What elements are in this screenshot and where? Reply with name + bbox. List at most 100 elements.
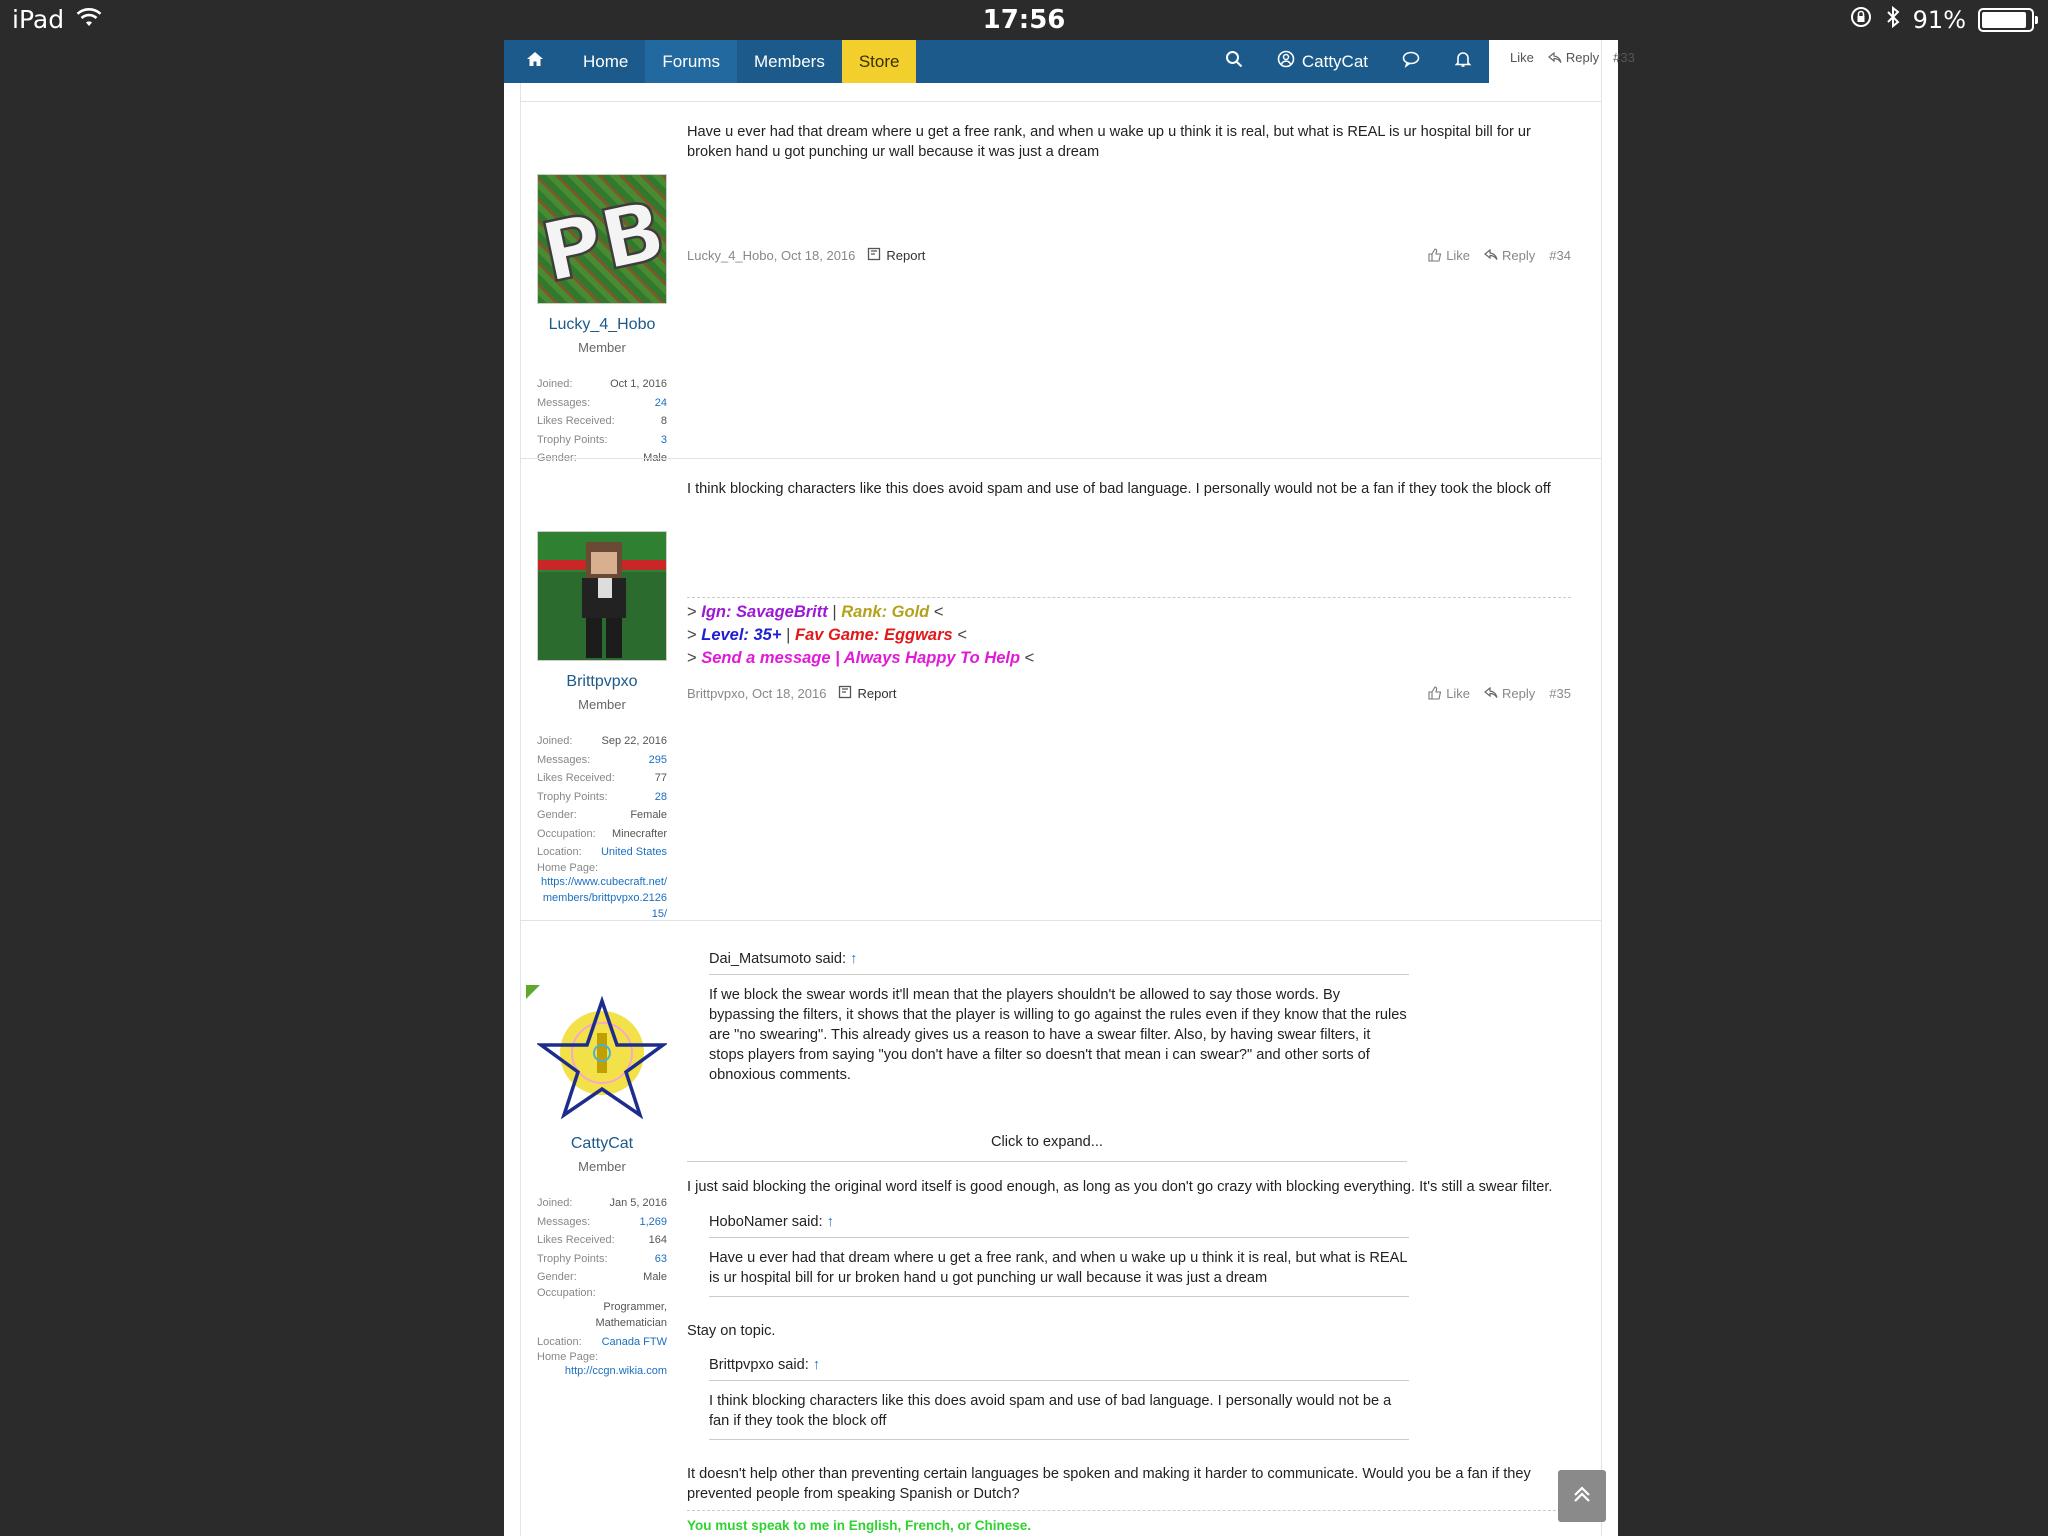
bell-icon (1454, 50, 1472, 73)
post-meta: Lucky_4_Hobo, Oct 18, 2016 Report Like R… (687, 245, 1571, 265)
location-link[interactable]: United States (601, 846, 667, 858)
stat-likes: Likes Received: 77 (537, 772, 667, 785)
nav-username: CattyCat (1301, 51, 1368, 71)
report-button[interactable]: Report (838, 685, 897, 702)
post-number[interactable]: #35 (1549, 686, 1571, 701)
signature: You must speak to me in English, French,… (687, 1518, 1032, 1533)
quote-block: Brittpvpxo said: ↑ I think blocking char… (709, 1349, 1409, 1440)
bluetooth-icon (1885, 5, 1901, 35)
post-username[interactable]: Lucky_4_Hobo (537, 316, 667, 334)
scroll-to-top-button[interactable] (1558, 1470, 1606, 1522)
reply-text: Stay on topic. (687, 1323, 776, 1339)
stat-gender: Gender: Male (537, 1271, 667, 1284)
user-stats: Joined: Oct 1, 2016 Messages: 24 Likes Rec… (537, 375, 667, 468)
nav-item-members[interactable]: Members (737, 40, 842, 83)
quote-author: Dai_Matsumoto said: (709, 950, 847, 967)
double-chevron-up-icon (1571, 1483, 1593, 1509)
quote-author: HoboNamer said: (709, 1213, 823, 1230)
search-button[interactable] (1208, 40, 1260, 83)
quote-text: Have u ever had that dream where u get a… (709, 1250, 1407, 1286)
like-button[interactable]: Like (1428, 686, 1470, 701)
alerts-button[interactable] (1437, 40, 1489, 83)
battery-percent: 91% (1912, 6, 1966, 34)
stat-likes: Likes Received: 8 (537, 415, 667, 428)
quote-jump-arrow[interactable]: ↑ (813, 1357, 820, 1373)
avatar[interactable] (537, 531, 667, 661)
reply-button[interactable]: Reply (1484, 248, 1535, 263)
post-message: Have u ever had that dream where u get a… (687, 124, 1531, 160)
post-username[interactable]: Brittpvpxo (537, 673, 667, 691)
conversations-button[interactable] (1385, 40, 1437, 83)
stat-trophy: Trophy Points: 3 (537, 433, 667, 446)
send-message-link[interactable]: Send a message | Always Happy To Help (701, 649, 1020, 667)
avatar[interactable]: PB (537, 174, 667, 304)
signature-line-1: > Ign: SavageBritt | Rank: Gold < (687, 603, 944, 621)
nav-item-forums[interactable]: Forums (645, 40, 737, 83)
post-divider (520, 920, 1602, 921)
reply-text: I just said blocking the original word i… (687, 1179, 1553, 1195)
stat-gender: Gender: Female (537, 809, 667, 822)
quote-header: Brittpvpxo said: ↑ (709, 1349, 1409, 1381)
messages-link[interactable]: 24 (655, 397, 667, 409)
stat-location: Location: United States (537, 846, 667, 859)
reply-button[interactable]: Reply (1547, 50, 1599, 65)
post-number[interactable]: #34 (1549, 248, 1571, 263)
nav-bar: Home Forums Members Store CattyCat (504, 40, 1489, 83)
user-stats: Joined: Jan 5, 2016 Messages: 1,269 Likes … (537, 1194, 667, 1379)
quote-text: If we block the swear words it'll mean t… (709, 987, 1407, 1083)
nav-home-icon-button[interactable] (504, 40, 566, 83)
post-date[interactable]: Lucky_4_Hobo, Oct 18, 2016 (687, 248, 855, 263)
user-role: Member (578, 1159, 626, 1174)
homepage-link[interactable]: http://ccgn.wikia.com (537, 1363, 667, 1379)
chat-icon (1402, 50, 1420, 73)
reply-icon (1484, 249, 1498, 261)
like-button[interactable]: Like (1510, 50, 1534, 65)
nav-spacer (916, 40, 1207, 83)
report-button[interactable]: Report (867, 247, 925, 264)
messages-link[interactable]: 295 (649, 754, 667, 766)
messages-link[interactable]: 1,269 (639, 1216, 667, 1228)
homepage-link[interactable]: https://www.cubecraft.net/members/brittp… (537, 874, 667, 922)
like-button[interactable]: Like (1428, 248, 1470, 263)
quote-jump-arrow[interactable]: ↑ (850, 951, 857, 967)
trophy-link[interactable]: 28 (655, 791, 667, 803)
signature-line-3: > Send a message | Always Happy To Help … (687, 649, 1035, 667)
trophy-link[interactable]: 63 (655, 1253, 667, 1265)
stat-occupation: Occupation: Minecrafter (537, 827, 667, 840)
quote-author: Brittpvpxo said: (709, 1356, 809, 1373)
quote-footer-line (709, 1439, 1409, 1440)
post-number[interactable]: #33 (1613, 50, 1635, 65)
click-to-expand[interactable]: Click to expand... (687, 1134, 1407, 1150)
avatar[interactable] (537, 993, 667, 1123)
post-author-panel: CattyCat Member Joined: Jan 5, 2016 Messa… (537, 993, 667, 1381)
signature-divider (687, 597, 1571, 598)
quote-block: Dai_Matsumoto said: ↑ If we block the sw… (709, 943, 1409, 1085)
location-link[interactable]: Canada FTW (602, 1336, 667, 1348)
quote-jump-arrow[interactable]: ↑ (827, 1214, 834, 1230)
post-author-panel: PB Lucky_4_Hobo Member Joined: Oct 1, 201… (537, 174, 667, 468)
stat-homepage: Home Page: https://www.cubecraft.net/mem… (537, 861, 667, 922)
stat-messages: Messages: 295 (537, 753, 667, 766)
nav-item-store[interactable]: Store (841, 40, 917, 83)
report-icon (867, 247, 881, 264)
thumbs-up-icon (1428, 248, 1442, 262)
user-menu[interactable]: CattyCat (1260, 40, 1385, 83)
signature-line-2: > Level: 35+ | Fav Game: Eggwars < (687, 626, 967, 644)
quote-footer-line (687, 1161, 1407, 1162)
reply-icon (1547, 51, 1562, 64)
post-username[interactable]: CattyCat (537, 1135, 667, 1153)
stat-likes: Likes Received: 164 (537, 1234, 667, 1247)
quote-text: I think blocking characters like this do… (709, 1393, 1392, 1429)
reply-button[interactable]: Reply (1484, 686, 1535, 701)
nav-item-home[interactable]: Home (566, 40, 645, 83)
stat-occupation: Occupation: Programmer, Mathematician (537, 1286, 667, 1329)
trophy-link[interactable]: 3 (661, 434, 667, 446)
post-date[interactable]: Brittpvpxo, Oct 18, 2016 (687, 686, 826, 701)
status-bar: iPad 17:56 91% (0, 0, 2048, 40)
user-role: Member (578, 340, 626, 355)
user-role: Member (578, 697, 626, 712)
post-author-panel: Brittpvpxo Member Joined: Sep 22, 2016 Me… (537, 531, 667, 924)
quote-footer-line (709, 1296, 1409, 1297)
signature: > Ign: SavageBritt | Rank: Gold < > Leve… (687, 601, 1034, 670)
post-meta: Brittpvpxo, Oct 18, 2016 Report Like Rep… (687, 683, 1571, 703)
